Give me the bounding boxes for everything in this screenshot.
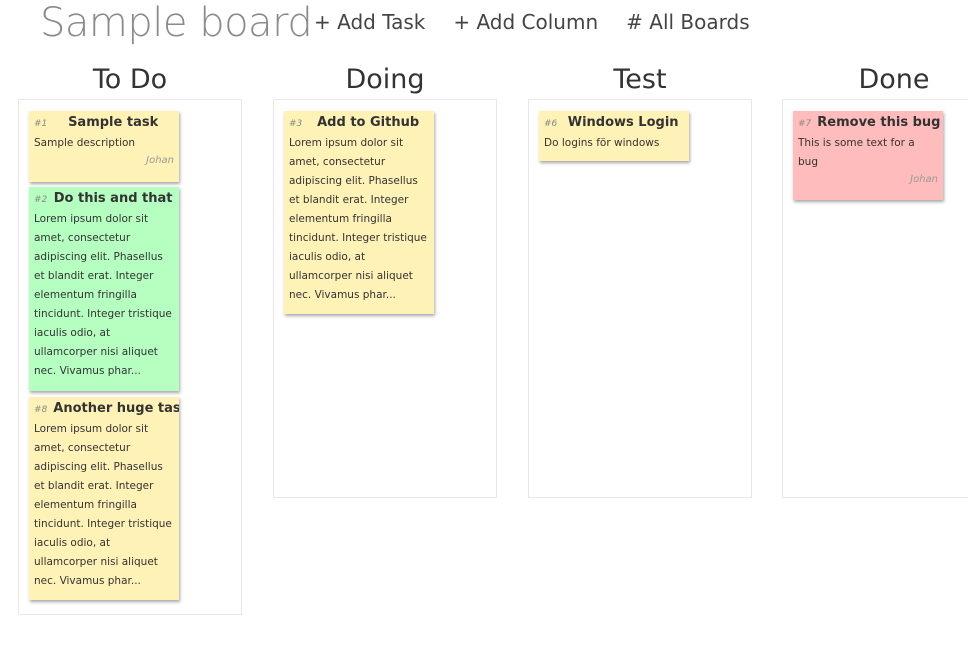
task-card[interactable]: #7 Remove this bug This is some text for…	[793, 111, 943, 200]
task-description: Do logins för windows	[544, 137, 660, 149]
task-description: Lorem ipsum dolor sit amet, consectetur …	[34, 423, 172, 587]
kanban-page: Sample board + Add Task + Add Column # A…	[0, 0, 968, 645]
task-description: Lorem ipsum dolor sit amet, consectetur …	[289, 137, 427, 301]
task-owner: Johan	[910, 174, 938, 185]
add-column-link[interactable]: + Add Column	[453, 10, 598, 34]
task-header: #3 Add to Github	[289, 115, 434, 130]
task-header: #8 Another huge task	[34, 401, 179, 416]
column-title[interactable]: Test	[528, 62, 752, 98]
column-dropzone[interactable]: #1 Sample task Sample description Johan …	[18, 99, 242, 615]
task-card[interactable]: #8 Another huge task Lorem ipsum dolor s…	[29, 397, 179, 600]
task-title: Do this and that	[53, 191, 173, 206]
column-dropzone[interactable]: #6 Windows Login Do logins för windows	[528, 99, 752, 498]
task-card[interactable]: #2 Do this and that Lorem ipsum dolor si…	[29, 187, 179, 391]
task-id: #7	[798, 119, 812, 129]
task-description: This is some text for a bug	[798, 137, 915, 168]
task-title: Windows Login	[567, 115, 679, 130]
task-card[interactable]: #1 Sample task Sample description Johan	[29, 111, 179, 182]
column-todo: To Do #1 Sample task Sample description …	[18, 62, 242, 615]
task-id: #8	[34, 405, 48, 415]
column-title[interactable]: Doing	[273, 62, 497, 98]
task-header: #2 Do this and that	[34, 191, 179, 206]
task-id: #6	[544, 119, 558, 129]
board-title: Sample board	[40, 0, 313, 46]
add-task-link[interactable]: + Add Task	[314, 10, 425, 34]
column-dropzone[interactable]: #3 Add to Github Lorem ipsum dolor sit a…	[273, 99, 497, 498]
task-id: #1	[34, 119, 48, 129]
task-title: Remove this bug	[817, 115, 941, 130]
task-owner: Johan	[146, 155, 174, 166]
column-done: Done #7 Remove this bug This is some tex…	[782, 62, 968, 498]
task-header: #1 Sample task	[34, 115, 179, 130]
top-nav: + Add Task + Add Column # All Boards	[314, 10, 750, 34]
task-id: #2	[34, 195, 48, 205]
task-description: Lorem ipsum dolor sit amet, consectetur …	[34, 213, 172, 377]
task-card[interactable]: #3 Add to Github Lorem ipsum dolor sit a…	[284, 111, 434, 314]
column-doing: Doing #3 Add to Github Lorem ipsum dolor…	[273, 62, 497, 498]
column-test: Test #6 Windows Login Do logins för wind…	[528, 62, 752, 498]
task-description: Sample description	[34, 137, 136, 149]
task-header: #6 Windows Login	[544, 115, 689, 130]
task-title: Add to Github	[317, 115, 420, 130]
task-id: #3	[289, 119, 303, 129]
column-title[interactable]: To Do	[18, 62, 242, 98]
column-title[interactable]: Done	[782, 62, 968, 98]
task-title: Sample task	[68, 115, 159, 130]
task-card[interactable]: #6 Windows Login Do logins för windows	[539, 111, 689, 161]
task-title: Another huge task	[53, 401, 179, 416]
task-header: #7 Remove this bug	[798, 115, 943, 130]
column-dropzone[interactable]: #7 Remove this bug This is some text for…	[782, 99, 968, 498]
all-boards-link[interactable]: # All Boards	[626, 10, 749, 34]
